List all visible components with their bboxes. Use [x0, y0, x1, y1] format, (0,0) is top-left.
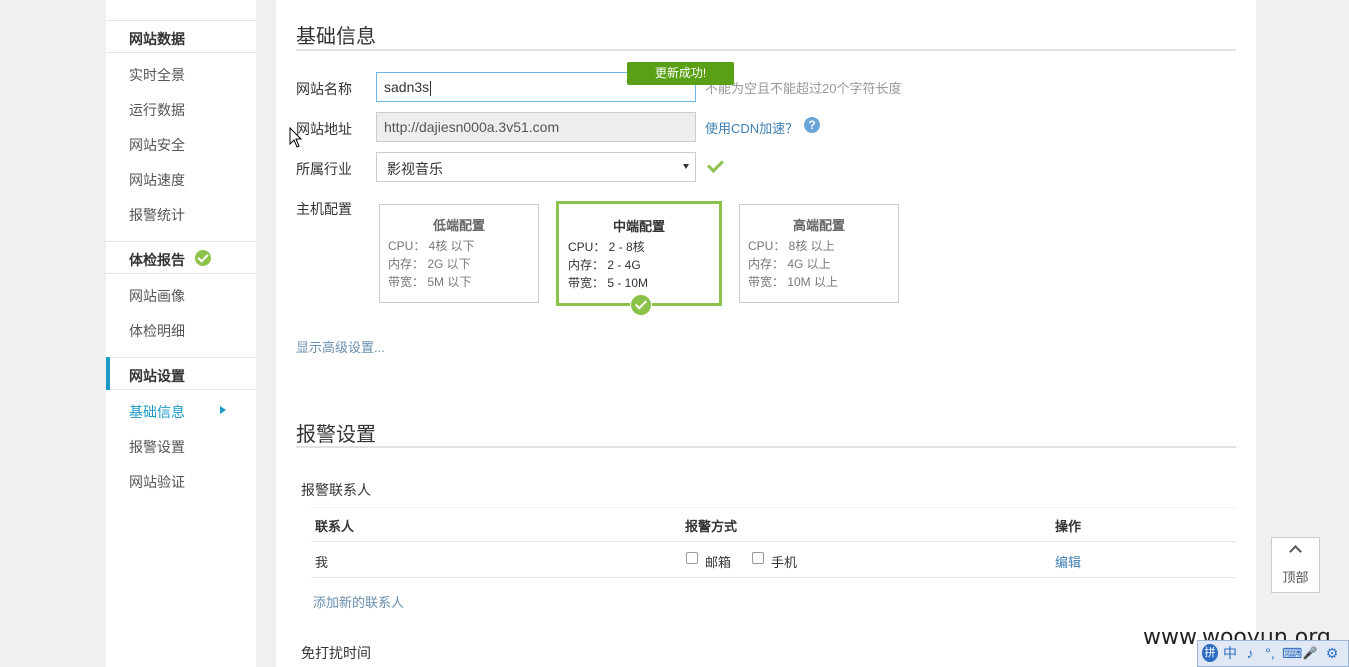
col-header-method: 报警方式	[685, 519, 738, 534]
add-contact-link[interactable]: 添加新的联系人	[313, 592, 404, 611]
email-checkbox[interactable]	[686, 552, 698, 564]
config-cpu: CPU： 4核 以下	[388, 239, 475, 253]
gear-icon[interactable]: ⚙	[1324, 644, 1340, 662]
sidebar-group-site-data: 网站数据	[106, 20, 256, 53]
alert-contacts-label: 报警联系人	[301, 482, 371, 498]
sidebar-item-site-speed[interactable]: 网站速度	[129, 170, 185, 190]
table-row-line	[311, 577, 1236, 578]
config-card-title: 高端配置	[792, 218, 845, 233]
config-card-high[interactable]: 高端配置 CPU： 8核 以上 内存： 4G 以上 带宽： 10M 以上	[739, 204, 899, 303]
industry-selected-value: 影视音乐	[387, 161, 443, 177]
config-bandwidth: 带宽： 5 - 10M	[568, 276, 649, 290]
host-config-label: 主机配置	[296, 201, 352, 217]
site-name-value: sadn3s	[384, 79, 430, 95]
mouse-pointer-icon	[289, 127, 303, 148]
caret-right-icon	[220, 406, 226, 414]
site-url-label: 网站地址	[296, 121, 352, 137]
email-label: 邮箱	[705, 555, 732, 570]
section-divider	[296, 446, 1236, 448]
check-circle-icon	[195, 250, 211, 266]
sidebar-item-running-data[interactable]: 运行数据	[129, 100, 185, 120]
help-icon[interactable]: ?	[804, 117, 820, 133]
sidebar-group-label: 网站数据	[129, 31, 185, 47]
config-card-title: 低端配置	[432, 218, 485, 233]
site-url-input: http://dajiesn000a.3v51.com	[376, 112, 696, 142]
site-name-label: 网站名称	[296, 81, 352, 97]
sidebar: 网站数据 实时全景 运行数据 网站安全 网站速度 报警统计 体检报告 网站画像 …	[106, 0, 256, 667]
section-divider	[296, 49, 1236, 51]
config-memory: 内存： 2G 以下	[388, 257, 471, 271]
sidebar-group-site-settings: 网站设置	[106, 357, 256, 390]
config-cpu: CPU： 8核 以上	[748, 239, 835, 253]
punctuation-icon[interactable]: °,	[1262, 644, 1278, 662]
sidebar-item-alert-stats[interactable]: 报警统计	[129, 205, 185, 225]
cdn-link[interactable]: 使用CDN加速？	[705, 118, 798, 137]
success-toast: 更新成功!	[627, 62, 734, 85]
table-top-line	[311, 507, 1236, 508]
config-memory: 内存： 4G 以上	[748, 257, 831, 271]
ime-logo-icon[interactable]: 拼	[1202, 644, 1218, 662]
selected-check-icon	[630, 294, 652, 316]
config-memory: 内存： 2 - 4G	[568, 258, 641, 272]
edit-link[interactable]: 编辑	[1055, 552, 1081, 571]
config-card-title: 中端配置	[612, 219, 665, 234]
dropdown-arrow-icon	[683, 164, 689, 169]
back-to-top-label: 顶部	[1282, 570, 1309, 585]
contact-name: 我	[315, 555, 329, 570]
sidebar-item-realtime[interactable]: 实时全景	[129, 65, 185, 85]
config-card-mid[interactable]: 中端配置 CPU： 2 - 8核 内存： 2 - 4G 带宽： 5 - 10M	[556, 201, 722, 306]
sidebar-item-site-profile[interactable]: 网站画像	[129, 286, 185, 306]
config-bandwidth: 带宽： 10M 以上	[748, 275, 839, 289]
active-indicator	[106, 357, 110, 390]
microphone-icon[interactable]: 🎤	[1302, 644, 1318, 662]
ime-toolbar: 拼 中 ♪ °, ⌨ 🎤 ⚙	[1197, 640, 1349, 667]
quiet-time-label: 免打扰时间	[301, 645, 371, 661]
keyboard-icon[interactable]: ⌨	[1282, 644, 1302, 662]
back-to-top-button[interactable]: 顶部	[1271, 537, 1320, 593]
site-url-value: http://dajiesn000a.3v51.com	[384, 119, 560, 135]
chevron-up-icon	[1289, 545, 1302, 558]
industry-select[interactable]: 影视音乐	[376, 152, 696, 182]
sidebar-group-label: 体检报告	[129, 252, 185, 268]
sidebar-group-label: 网站设置	[129, 368, 185, 384]
config-cpu: CPU： 2 - 8核	[568, 240, 645, 254]
config-card-low[interactable]: 低端配置 CPU： 4核 以下 内存： 2G 以下 带宽： 5M 以下	[379, 204, 539, 303]
sidebar-item-basic-info[interactable]: 基础信息	[129, 402, 185, 422]
show-advanced-link[interactable]: 显示高级设置...	[296, 337, 385, 356]
industry-label: 所属行业	[296, 161, 352, 177]
sidebar-item-health-detail[interactable]: 体检明细	[129, 321, 185, 341]
moon-icon[interactable]: ♪	[1242, 644, 1258, 662]
sidebar-item-alert-settings[interactable]: 报警设置	[129, 437, 185, 457]
site-name-hint: 不能为空且不能超过20个字符长度	[705, 81, 902, 96]
chinese-mode-icon[interactable]: 中	[1222, 644, 1238, 662]
phone-label: 手机	[771, 555, 798, 570]
table-header-line	[311, 541, 1236, 542]
col-header-action: 操作	[1055, 519, 1082, 534]
sidebar-group-health-report: 体检报告	[106, 241, 256, 274]
text-cursor	[430, 80, 432, 96]
phone-checkbox[interactable]	[752, 552, 764, 564]
sidebar-item-site-security[interactable]: 网站安全	[129, 135, 185, 155]
section-title-alert-settings: 报警设置	[296, 424, 376, 446]
sidebar-item-site-verify[interactable]: 网站验证	[129, 472, 185, 492]
config-bandwidth: 带宽： 5M 以下	[388, 275, 472, 289]
col-header-contact: 联系人	[315, 519, 355, 534]
section-title-basic-info: 基础信息	[296, 26, 376, 48]
